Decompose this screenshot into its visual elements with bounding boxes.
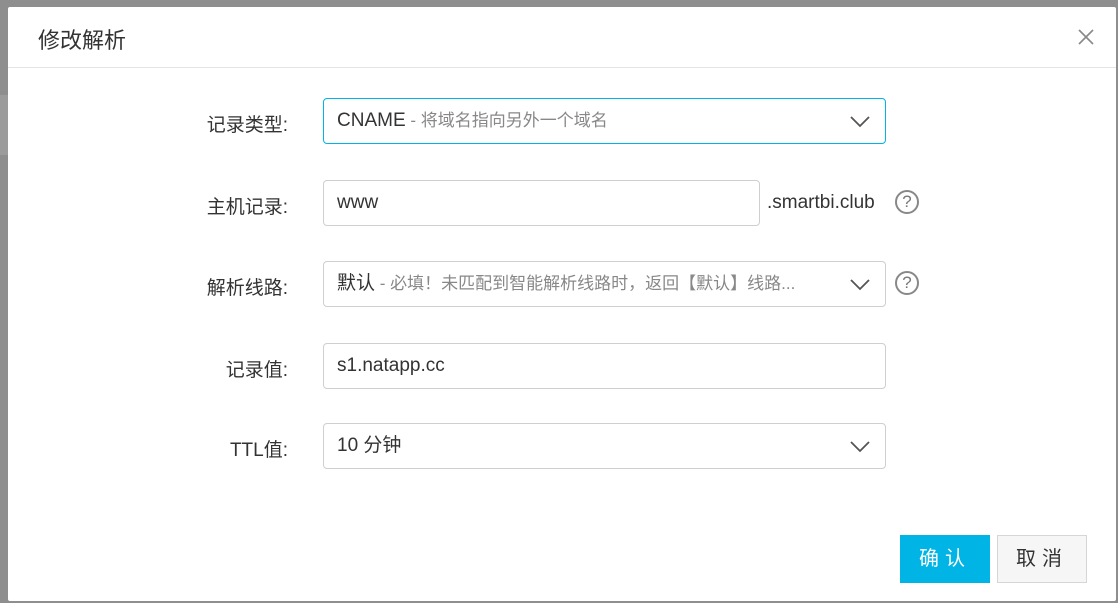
help-icon[interactable]: ?: [895, 271, 919, 295]
ttl-value: 10 分钟: [337, 435, 402, 456]
dialog-title: 修改解析: [38, 28, 127, 53]
close-icon[interactable]: [1074, 25, 1098, 49]
record-type-select[interactable]: CNAME - 将域名指向另外一个域名: [323, 98, 886, 144]
chevron-down-icon: [849, 276, 871, 292]
host-record-label: 主机记录:: [206, 197, 288, 218]
dialog-header: 修改解析: [8, 7, 1116, 68]
record-value-input[interactable]: s1.natapp.cc: [323, 343, 886, 389]
record-type-label: 记录类型:: [206, 115, 288, 136]
ttl-row: TTL值: 10 分钟: [8, 423, 1116, 471]
line-value: 默认: [337, 273, 376, 294]
record-type-value: CNAME: [337, 110, 406, 131]
cancel-button[interactable]: 取消: [997, 535, 1087, 583]
chevron-down-icon: [850, 116, 870, 128]
help-icon[interactable]: ?: [895, 190, 919, 214]
record-type-row: 记录类型: CNAME - 将域名指向另外一个域名: [8, 98, 1116, 146]
line-label: 解析线路:: [206, 278, 288, 299]
backdrop: [0, 95, 8, 155]
line-row: 解析线路: 默认 - 必填！未匹配到智能解析线路时，返回【默认】线路... ?: [8, 261, 1116, 309]
ttl-label: TTL值:: [229, 440, 288, 461]
line-select[interactable]: 默认 - 必填！未匹配到智能解析线路时，返回【默认】线路...: [323, 261, 886, 307]
chevron-down-icon: [850, 441, 870, 453]
host-record-input[interactable]: www: [323, 180, 760, 226]
line-hint: - 必填！未匹配到智能解析线路时，返回【默认】线路...: [375, 274, 796, 293]
record-value-label: 记录值:: [225, 360, 288, 381]
ttl-select[interactable]: 10 分钟: [323, 423, 886, 469]
record-value-text: s1.natapp.cc: [337, 355, 445, 376]
edit-dns-record-dialog: 修改解析 记录类型: CNAME - 将域名指向另外一个域名 主机记录: www…: [8, 7, 1116, 601]
record-type-hint: - 将域名指向另外一个域名: [405, 111, 608, 130]
confirm-button[interactable]: 确认: [900, 535, 990, 583]
host-record-row: 主机记录: www .smartbi.club ?: [8, 180, 1116, 228]
domain-suffix: .smartbi.club: [767, 192, 875, 213]
record-value-row: 记录值: s1.natapp.cc: [8, 343, 1116, 391]
host-record-value: www: [337, 192, 379, 213]
